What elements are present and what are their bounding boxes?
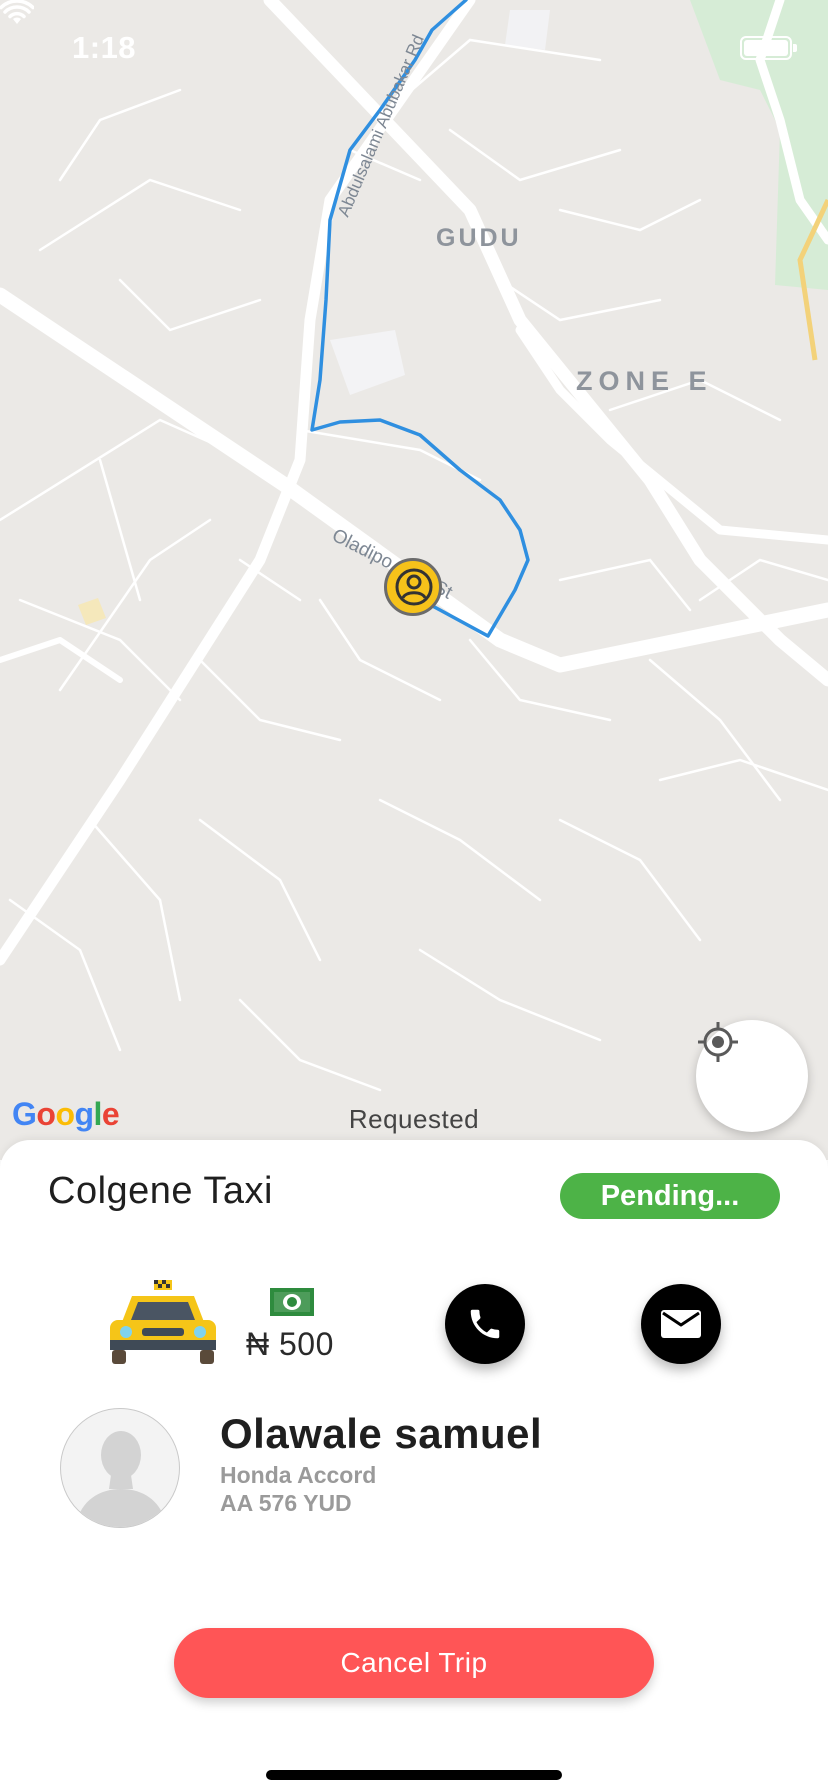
recenter-location-button[interactable] [696,1020,808,1132]
message-driver-button[interactable] [641,1284,721,1364]
trip-details-sheet: Colgene Taxi Pending... ₦ 500 Olawale sa… [0,1140,828,1792]
mail-icon [661,1310,701,1338]
person-placeholder-icon [75,1431,167,1527]
vehicle-model: Honda Accord [220,1462,377,1488]
call-driver-button[interactable] [445,1284,525,1364]
user-icon [395,568,433,606]
rider-location-marker[interactable] [384,558,442,616]
cash-icon [270,1288,314,1316]
phone-icon [470,1309,500,1339]
battery-icon [740,36,797,60]
trip-state-label: Requested [348,1104,480,1134]
wifi-icon [0,0,34,24]
home-indicator[interactable] [266,1770,562,1780]
status-badge: Pending... [560,1173,780,1219]
service-name: Colgene Taxi [48,1170,274,1212]
map-area-label: GUDU [436,224,522,252]
map-area-label: ZONE E [576,366,713,396]
cancel-trip-button[interactable]: Cancel Trip [174,1628,654,1698]
fare-amount: ₦ 500 [246,1326,334,1362]
taxi-icon [110,1280,216,1364]
crosshair-icon [698,1022,738,1062]
vehicle-plate: AA 576 YUD [220,1490,352,1516]
driver-name: Olawale samuel [220,1410,543,1457]
status-time: 1:18 [72,30,137,65]
map-view[interactable]: 1:18 GUDU ZONE E Abdulsalami Abubakar Rd… [0,0,828,1160]
driver-avatar [60,1408,180,1528]
